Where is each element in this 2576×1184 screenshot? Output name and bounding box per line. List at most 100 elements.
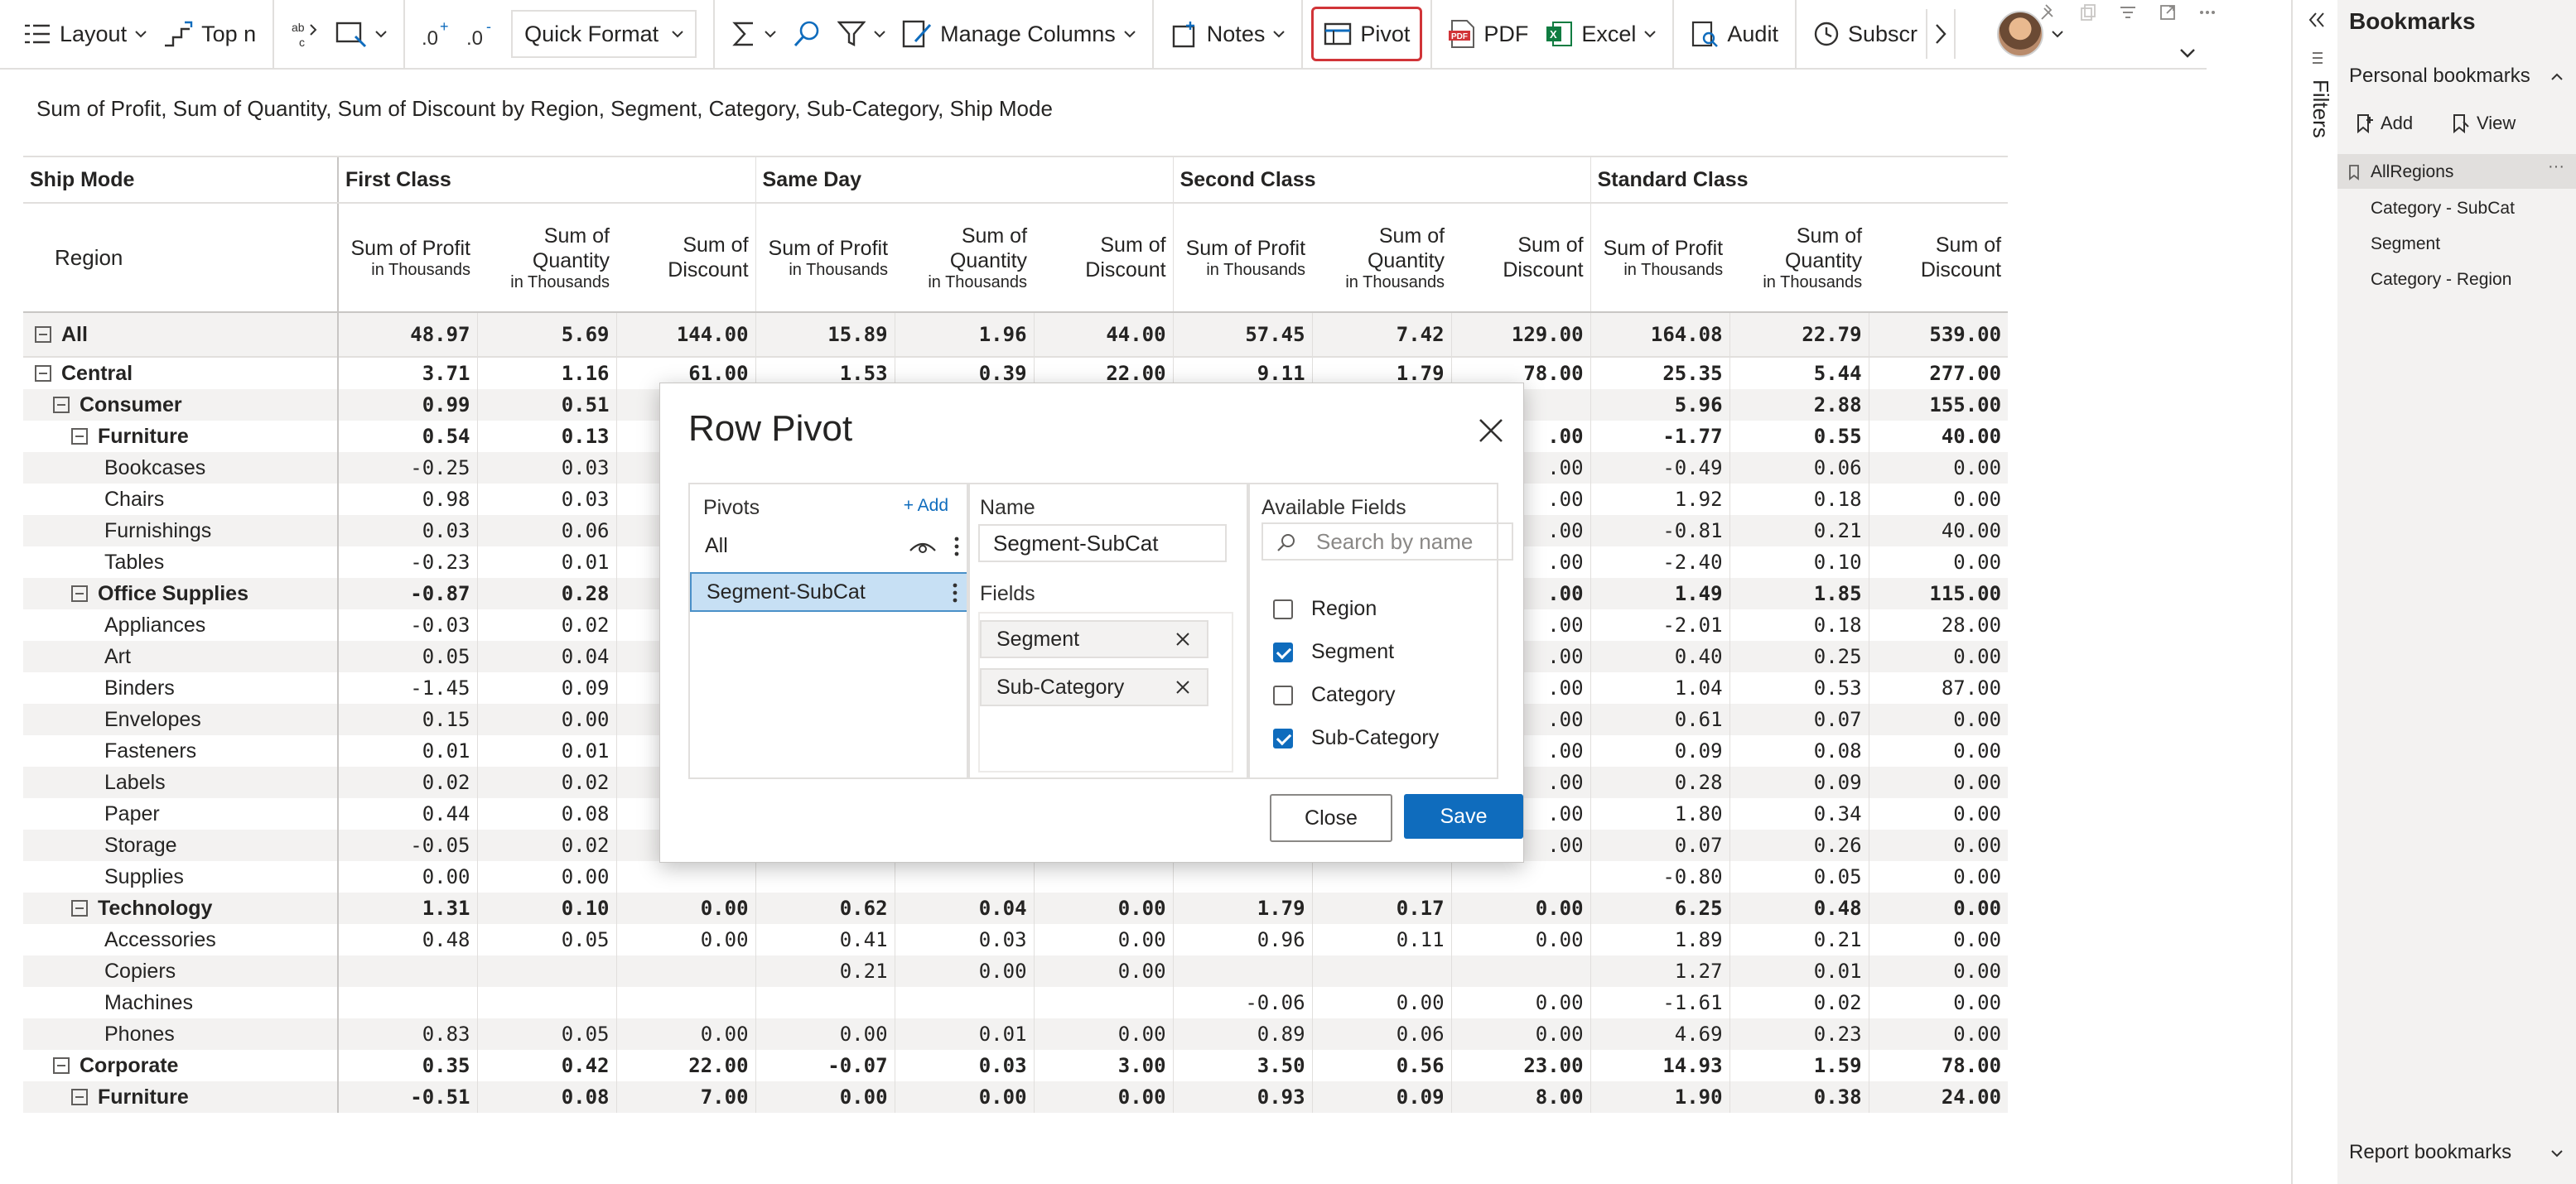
- table-cell[interactable]: 539.00: [1868, 312, 2009, 357]
- table-cell[interactable]: 0.13: [476, 421, 616, 452]
- bookmark-item-allregions[interactable]: AllRegions ···: [2337, 156, 2576, 189]
- table-cell[interactable]: 0.00: [755, 1081, 895, 1113]
- spell-check-button[interactable]: ab c: [282, 9, 327, 59]
- table-cell[interactable]: 0.01: [476, 546, 616, 578]
- chevron-up-icon[interactable]: [2549, 70, 2564, 84]
- table-cell[interactable]: 0.00: [755, 1018, 895, 1050]
- table-cell[interactable]: 144.00: [615, 312, 756, 357]
- audit-button[interactable]: Audit: [1682, 9, 1787, 59]
- col-group-standard-class[interactable]: Standard Class: [1589, 156, 2009, 204]
- table-cell[interactable]: 0.00: [1868, 1018, 2009, 1050]
- table-cell[interactable]: 0.61: [1589, 704, 1730, 735]
- table-cell[interactable]: 0.89: [1172, 1018, 1313, 1050]
- table-cell[interactable]: 57.45: [1172, 312, 1313, 357]
- close-icon[interactable]: [1477, 416, 1505, 445]
- table-cell[interactable]: 0.44: [337, 798, 477, 830]
- table-cell[interactable]: 0.00: [1033, 893, 1174, 924]
- table-cell[interactable]: [615, 955, 756, 987]
- table-cell[interactable]: 0.00: [615, 893, 756, 924]
- collapse-icon[interactable]: [71, 1089, 88, 1105]
- table-cell[interactable]: -0.49: [1589, 452, 1730, 484]
- notes-button[interactable]: Notes: [1162, 9, 1294, 59]
- table-cell[interactable]: 0.23: [1729, 1018, 1869, 1050]
- table-cell[interactable]: 0.00: [1868, 735, 2009, 767]
- table-cell[interactable]: 1.85: [1729, 578, 1869, 609]
- collapse-icon[interactable]: [71, 900, 88, 917]
- table-cell[interactable]: 23.00: [1450, 1050, 1591, 1081]
- table-cell[interactable]: -0.06: [1172, 987, 1313, 1018]
- table-cell[interactable]: 164.08: [1589, 312, 1730, 357]
- decrease-decimal-button[interactable]: .0-: [458, 9, 503, 59]
- table-cell[interactable]: 0.01: [894, 1018, 1035, 1050]
- table-cell[interactable]: [755, 987, 895, 1018]
- table-cell[interactable]: -0.80: [1589, 861, 1730, 893]
- table-cell[interactable]: 0.09: [1589, 735, 1730, 767]
- sum-of-profit-header[interactable]: Sum of Profit in Thousands: [755, 203, 895, 313]
- remove-icon[interactable]: [1175, 680, 1190, 695]
- table-cell[interactable]: [1172, 861, 1313, 893]
- table-cell[interactable]: 0.05: [1729, 861, 1869, 893]
- table-cell[interactable]: 0.09: [1311, 1081, 1452, 1113]
- table-cell[interactable]: 2.88: [1729, 389, 1869, 421]
- collapse-icon[interactable]: [35, 365, 51, 382]
- pivot-name-input[interactable]: Segment-SubCat: [978, 524, 1227, 562]
- filters-label[interactable]: Filters: [2308, 79, 2333, 138]
- table-cell[interactable]: 0.93: [1172, 1081, 1313, 1113]
- table-cell[interactable]: 0.00: [1868, 924, 2009, 955]
- bookmark-item-category-subcat[interactable]: Category - SubCat: [2337, 192, 2576, 225]
- table-cell[interactable]: [1311, 861, 1452, 893]
- table-cell[interactable]: 277.00: [1868, 357, 2009, 389]
- table-cell[interactable]: 0.00: [1868, 484, 2009, 515]
- table-cell[interactable]: -0.51: [337, 1081, 477, 1113]
- table-cell[interactable]: 0.00: [1033, 924, 1174, 955]
- table-row[interactable]: Phones 0.83 0.05 0.00 0.00 0.01 0.00 0.89 0.06 0.…: [23, 1018, 2009, 1050]
- table-cell[interactable]: 5.96: [1589, 389, 1730, 421]
- available-field-item[interactable]: Segment: [1273, 640, 1394, 664]
- table-cell[interactable]: 0.03: [476, 484, 616, 515]
- table-cell[interactable]: 0.00: [1868, 546, 2009, 578]
- collapse-icon[interactable]: [53, 1057, 70, 1074]
- table-cell[interactable]: -1.61: [1589, 987, 1730, 1018]
- chevron-down-icon[interactable]: [2178, 46, 2197, 60]
- table-cell[interactable]: -2.40: [1589, 546, 1730, 578]
- table-cell[interactable]: 1.04: [1589, 672, 1730, 704]
- table-cell[interactable]: 0.83: [337, 1018, 477, 1050]
- bookmark-item-segment[interactable]: Segment: [2337, 228, 2576, 261]
- sum-of-profit-header[interactable]: Sum of Profit in Thousands: [1589, 203, 1730, 313]
- layout-button[interactable]: Layout: [15, 9, 155, 59]
- sum-of-profit-header[interactable]: Sum of Profit in Thousands: [337, 203, 477, 313]
- collapse-icon[interactable]: [35, 326, 51, 343]
- search-button[interactable]: [784, 9, 829, 59]
- table-cell[interactable]: -0.07: [755, 1050, 895, 1081]
- table-cell[interactable]: 1.16: [476, 357, 616, 389]
- table-cell[interactable]: 0.40: [1589, 641, 1730, 672]
- table-cell[interactable]: 0.00: [1033, 955, 1174, 987]
- checkbox-checked[interactable]: [1273, 642, 1293, 662]
- pivot-item-selected[interactable]: Segment-SubCat: [690, 572, 968, 612]
- table-cell[interactable]: 14.93: [1589, 1050, 1730, 1081]
- table-cell[interactable]: 0.18: [1729, 484, 1869, 515]
- manage-columns-button[interactable]: Manage Columns: [894, 9, 1144, 59]
- table-row[interactable]: Corporate 0.35 0.42 22.00 -0.07 0.03 3.00 3.50 0…: [23, 1050, 2009, 1081]
- table-cell[interactable]: 0.09: [476, 672, 616, 704]
- table-cell[interactable]: 22.79: [1729, 312, 1869, 357]
- table-cell[interactable]: 0.00: [615, 924, 756, 955]
- table-cell[interactable]: 8.00: [1450, 1081, 1591, 1113]
- table-cell[interactable]: -0.25: [337, 452, 477, 484]
- table-cell[interactable]: 0.00: [615, 1018, 756, 1050]
- available-field-item[interactable]: Category: [1273, 683, 1395, 707]
- table-cell[interactable]: 0.06: [1311, 1018, 1452, 1050]
- table-cell[interactable]: 5.44: [1729, 357, 1869, 389]
- table-cell[interactable]: 0.00: [1868, 641, 2009, 672]
- table-cell[interactable]: 28.00: [1868, 609, 2009, 641]
- more-options-icon[interactable]: ···: [2548, 157, 2564, 176]
- table-cell[interactable]: 7.00: [615, 1081, 756, 1113]
- filter-lines-icon[interactable]: [2119, 3, 2137, 22]
- quick-format-dropdown[interactable]: Quick Format: [503, 9, 705, 59]
- table-cell[interactable]: 1.90: [1589, 1081, 1730, 1113]
- table-cell[interactable]: 0.00: [1450, 1018, 1591, 1050]
- table-cell[interactable]: 1.92: [1589, 484, 1730, 515]
- table-cell[interactable]: 0.00: [1868, 893, 2009, 924]
- table-cell[interactable]: [894, 861, 1035, 893]
- add-bookmark-button[interactable]: Add: [2356, 113, 2413, 134]
